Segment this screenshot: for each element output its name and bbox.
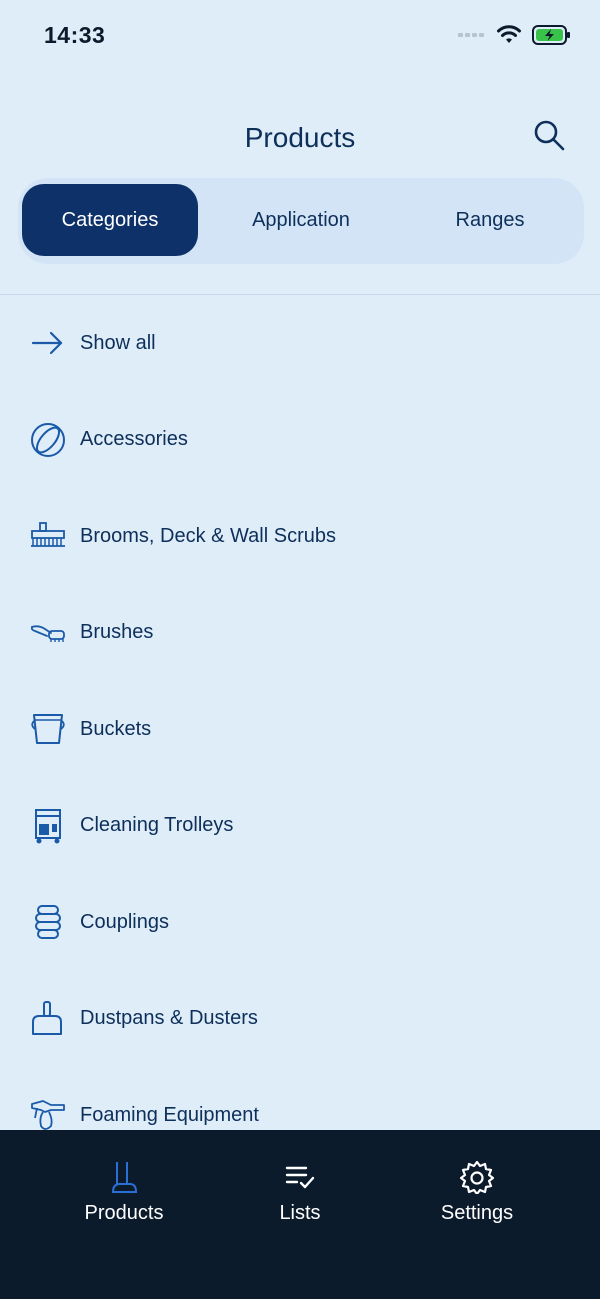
- list-item-brushes[interactable]: Brushes: [0, 585, 600, 682]
- bottom-tab-bar: Products Lists Settings: [0, 1130, 600, 1299]
- products-broom-icon: [24, 1160, 224, 1194]
- search-button[interactable]: [532, 118, 566, 152]
- list-item-show-all[interactable]: Show all: [0, 295, 600, 392]
- list-item-label: Accessories: [80, 428, 188, 451]
- segmented-control: Categories Application Ranges: [18, 178, 584, 264]
- accessories-icon: [28, 420, 68, 460]
- tab-label: Lists: [279, 1202, 321, 1224]
- arrow-right-icon: [28, 323, 68, 363]
- search-icon: [534, 120, 565, 151]
- coupling-icon: [28, 902, 68, 942]
- bucket-icon: [28, 709, 68, 749]
- tab-lists[interactable]: Lists: [200, 1160, 400, 1225]
- list-item-label: Cleaning Trolleys: [80, 814, 234, 837]
- dustpan-icon: [28, 999, 68, 1039]
- battery-icon: [532, 25, 570, 45]
- list-item-label: Brushes: [80, 621, 154, 644]
- tab-ranges[interactable]: Ranges: [398, 184, 582, 256]
- list-item-accessories[interactable]: Accessories: [0, 392, 600, 489]
- brush-icon: [28, 613, 68, 653]
- list-item-buckets[interactable]: Buckets: [0, 681, 600, 778]
- list-item-brooms[interactable]: Brooms, Deck & Wall Scrubs: [0, 488, 600, 585]
- status-icons: [458, 24, 572, 46]
- list-item-label: Buckets: [80, 717, 152, 740]
- broom-icon: [28, 516, 68, 556]
- list-item-label: Foaming Equipment: [80, 1103, 259, 1126]
- page-title: Products: [244, 122, 356, 153]
- tab-label: Products: [84, 1202, 164, 1224]
- list-check-icon: [200, 1160, 400, 1194]
- tab-label: Settings: [440, 1202, 514, 1224]
- list-item-label: Show all: [80, 331, 156, 354]
- gear-icon: [377, 1160, 577, 1194]
- status-bar: 14:33: [0, 0, 600, 74]
- status-time: 14:33: [44, 22, 106, 48]
- signal-icon: [458, 33, 484, 37]
- tab-application[interactable]: Application: [208, 184, 394, 256]
- tab-categories[interactable]: Categories: [22, 184, 198, 256]
- list-item-cleaning-trolleys[interactable]: Cleaning Trolleys: [0, 778, 600, 875]
- category-list: Show all Accessories Brooms, Deck & Wall…: [0, 295, 600, 1164]
- wifi-icon: [497, 25, 521, 43]
- list-item-label: Brooms, Deck & Wall Scrubs: [80, 524, 336, 547]
- list-item-couplings[interactable]: Couplings: [0, 874, 600, 971]
- tab-products[interactable]: Products: [24, 1160, 224, 1225]
- list-item-dustpans[interactable]: Dustpans & Dusters: [0, 971, 600, 1068]
- header: Products: [0, 110, 600, 170]
- list-item-label: Couplings: [80, 910, 169, 933]
- list-item-label: Dustpans & Dusters: [80, 1007, 258, 1030]
- trolley-icon: [28, 806, 68, 846]
- tab-settings[interactable]: Settings: [377, 1160, 577, 1225]
